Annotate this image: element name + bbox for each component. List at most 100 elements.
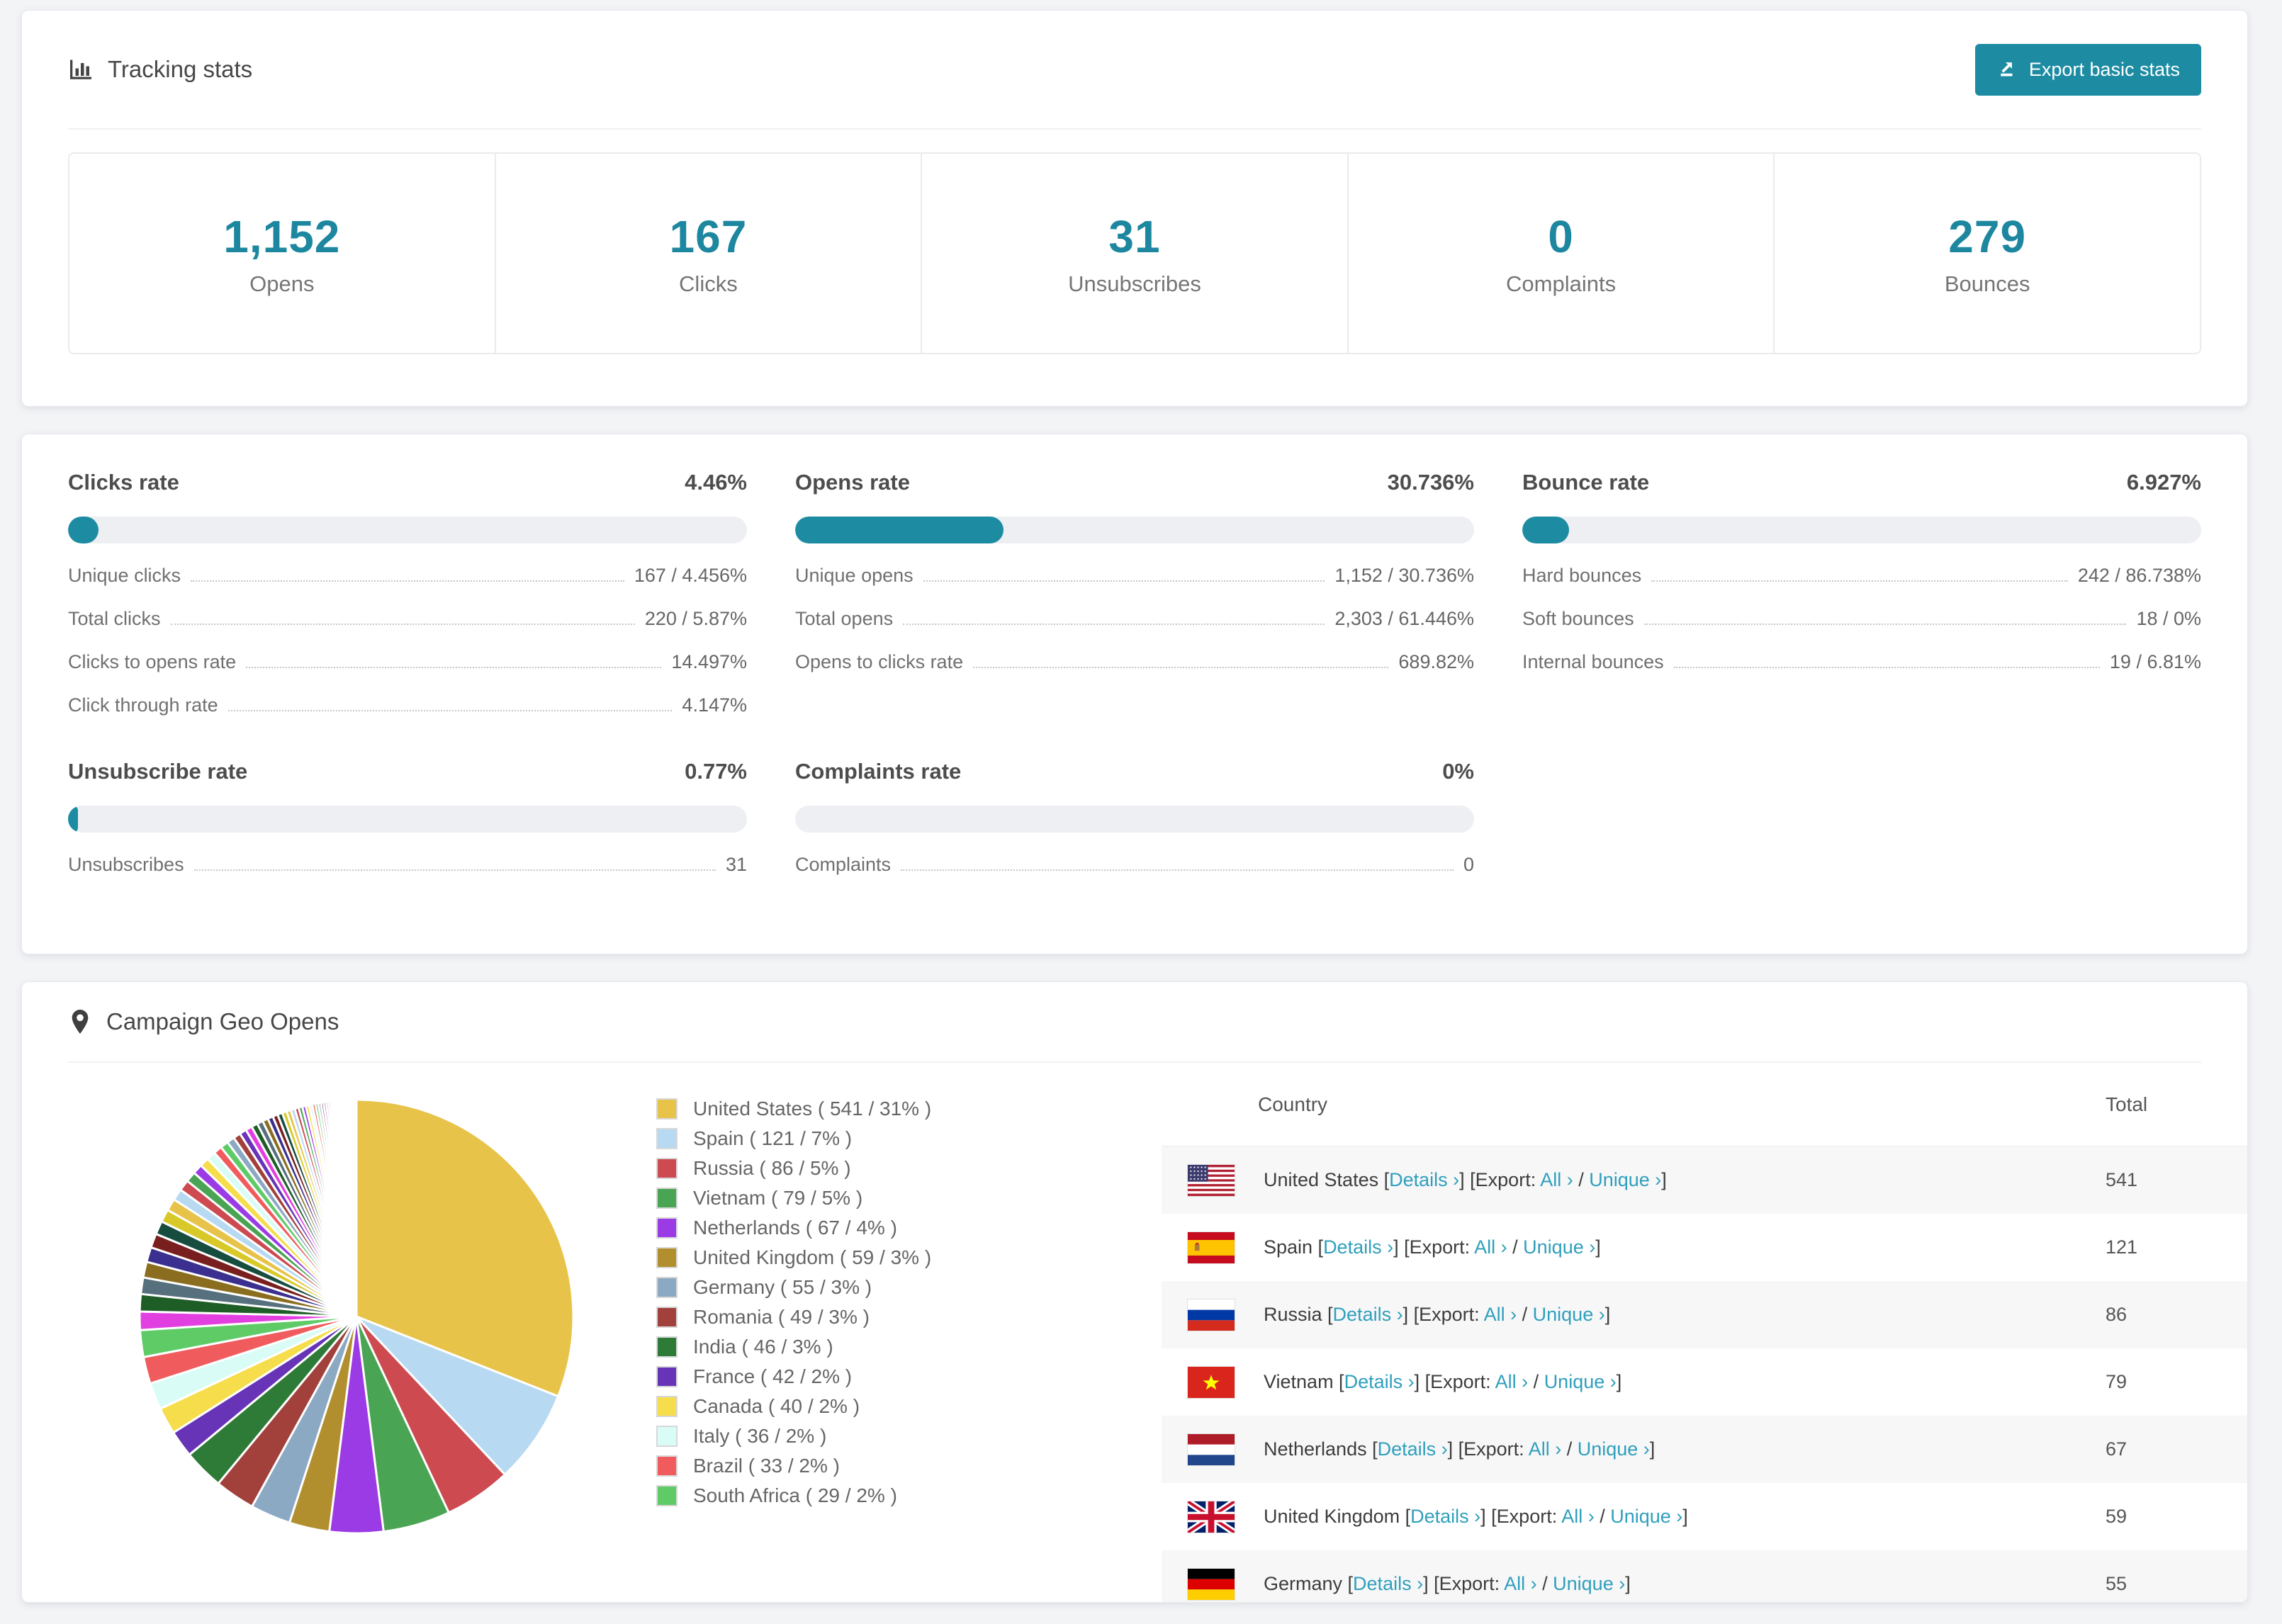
legend-item: Brazil ( 33 / 2% ) <box>656 1451 931 1481</box>
export-basic-stats-button[interactable]: Export basic stats <box>1974 43 2201 96</box>
details-link[interactable]: Details › <box>1333 1304 1403 1325</box>
rate-row-value: 242 / 86.738% <box>2077 565 2201 586</box>
dotted-leader <box>903 624 1325 625</box>
rate-progress-fill <box>795 517 1004 543</box>
legend-label: Canada ( 40 / 2% ) <box>693 1395 860 1417</box>
legend-item: Romania ( 49 / 3% ) <box>656 1302 931 1332</box>
dotted-leader <box>191 580 624 582</box>
legend-swatch <box>656 1158 678 1179</box>
legend-swatch <box>656 1366 678 1387</box>
flag-es-icon <box>1187 1231 1235 1264</box>
legend-label: India ( 46 / 3% ) <box>693 1336 833 1358</box>
export-all-link[interactable]: All › <box>1504 1573 1537 1594</box>
details-link[interactable]: Details › <box>1353 1573 1423 1594</box>
rate-row-value: 0 <box>1463 854 1474 875</box>
rate-row-label: Unique opens <box>795 565 914 586</box>
rate-block-header: Opens rate 30.736% <box>795 470 1474 495</box>
geo-opens-pie-chart <box>138 1098 575 1535</box>
stat-cell-opens: 1,152 Opens <box>69 154 495 353</box>
rate-progress-bar <box>68 806 747 833</box>
total-cell: 55 <box>2106 1573 2128 1594</box>
rate-row-value: 4.147% <box>682 694 747 716</box>
legend-item: South Africa ( 29 / 2% ) <box>656 1481 931 1511</box>
country-links: Vietnam [Details ›] [Export: All › / Uni… <box>1264 1371 1622 1392</box>
total-cell: 541 <box>2106 1169 2138 1190</box>
export-unique-link[interactable]: Unique › <box>1553 1573 1625 1594</box>
rate-row-label: Unsubscribes <box>68 854 184 875</box>
stat-value: 31 <box>1108 210 1161 262</box>
export-all-link[interactable]: All › <box>1529 1438 1562 1460</box>
rate-row-label: Opens to clicks rate <box>795 651 964 672</box>
stat-cell-bounces: 279 Bounces <box>1773 154 2200 353</box>
rate-rows: Unsubscribes 31 <box>68 854 747 876</box>
flag-us-icon <box>1187 1163 1235 1197</box>
details-link[interactable]: Details › <box>1344 1371 1415 1392</box>
stat-value: 279 <box>1948 210 2027 262</box>
rate-row: Unique opens 1,152 / 30.736% <box>795 565 1474 587</box>
details-link[interactable]: Details › <box>1389 1169 1459 1190</box>
legend-swatch <box>656 1098 678 1120</box>
tracking-stats-page: Tracking stats Export basic stats 1,152 O… <box>0 0 2282 1624</box>
total-cell: 79 <box>2106 1371 2128 1392</box>
export-icon <box>1996 57 2018 83</box>
export-unique-link[interactable]: Unique › <box>1578 1438 1650 1460</box>
country-cell: United States [Details ›] [Export: All ›… <box>1162 1163 2087 1197</box>
bounce-rate-block: Bounce rate 6.927% Hard bounces 242 / 86.73… <box>1522 470 2201 716</box>
unsubscribe-rate-block: Unsubscribe rate 0.77% Unsubscribes 31 <box>68 759 747 876</box>
legend-swatch <box>656 1128 678 1149</box>
legend-item: India ( 46 / 3% ) <box>656 1332 931 1362</box>
stat-label: Bounces <box>1944 271 2030 296</box>
export-unique-link[interactable]: Unique › <box>1589 1169 1661 1190</box>
rate-row-label: Soft bounces <box>1522 608 1634 629</box>
export-unique-link[interactable]: Unique › <box>1533 1304 1605 1325</box>
rate-progress-fill <box>1522 517 1570 543</box>
rate-grid: Clicks rate 4.46% Unique clicks 167 / 4.456… <box>68 470 2201 876</box>
rate-title: Unsubscribe rate <box>68 759 248 784</box>
export-unique-link[interactable]: Unique › <box>1610 1506 1682 1527</box>
rate-percent: 0% <box>1442 759 1474 784</box>
rate-progress-bar <box>795 517 1474 543</box>
rate-row-label: Clicks to opens rate <box>68 651 237 672</box>
rate-progress-fill <box>68 806 78 833</box>
details-link[interactable]: Details › <box>1378 1438 1448 1460</box>
rate-row-value: 220 / 5.87% <box>644 608 747 629</box>
export-unique-link[interactable]: Unique › <box>1544 1371 1617 1392</box>
export-all-link[interactable]: All › <box>1561 1506 1595 1527</box>
legend-label: Spain ( 121 / 7% ) <box>693 1127 853 1149</box>
pie-legend: United States ( 541 / 31% ) Spain ( 121 /… <box>656 1094 931 1511</box>
dotted-leader <box>227 710 673 711</box>
table-row: United Kingdom [Details ›] [Export: All … <box>1162 1483 2247 1550</box>
country-links: Spain [Details ›] [Export: All › / Uniqu… <box>1264 1236 1601 1258</box>
rate-row-label: Click through rate <box>68 694 218 716</box>
country-cell: Germany [Details ›] [Export: All › / Uni… <box>1162 1567 2087 1601</box>
rate-progress-bar <box>795 806 1474 833</box>
legend-item: United Kingdom ( 59 / 3% ) <box>656 1243 931 1273</box>
stats-row: 1,152 Opens 167 Clicks 31 Unsubscribes 0 Compla… <box>68 152 2201 354</box>
table-row: Germany [Details ›] [Export: All › / Uni… <box>1162 1550 2247 1602</box>
legend-label: Netherlands ( 67 / 4% ) <box>693 1217 897 1239</box>
rate-row-label: Total clicks <box>68 608 161 629</box>
rate-row: Soft bounces 18 / 0% <box>1522 608 2201 630</box>
rate-row: Unique clicks 167 / 4.456% <box>68 565 747 587</box>
tracking-stats-header: Tracking stats Export basic stats <box>68 11 2201 130</box>
country-links: Netherlands [Details ›] [Export: All › /… <box>1264 1438 1656 1460</box>
tracking-stats-card: Tracking stats Export basic stats 1,152 O… <box>21 10 2248 407</box>
rate-progress-bar <box>1522 517 2201 543</box>
tracking-stats-title-wrap: Tracking stats <box>68 56 252 83</box>
details-link[interactable]: Details › <box>1323 1236 1393 1258</box>
export-unique-link[interactable]: Unique › <box>1523 1236 1595 1258</box>
rate-row-label: Internal bounces <box>1522 651 1664 672</box>
rate-row-value: 2,303 / 61.446% <box>1334 608 1474 629</box>
dotted-leader <box>1673 667 2100 668</box>
details-link[interactable]: Details › <box>1410 1506 1480 1527</box>
geo-table: Country Total United States [Details ›] … <box>1162 1063 2247 1602</box>
flag-de-icon <box>1187 1567 1235 1601</box>
legend-item: United States ( 541 / 31% ) <box>656 1094 931 1124</box>
total-cell: 121 <box>2106 1236 2138 1258</box>
export-all-link[interactable]: All › <box>1484 1304 1517 1325</box>
geo-content: United States ( 541 / 31% ) Spain ( 121 /… <box>22 1063 2247 1602</box>
table-row: Russia [Details ›] [Export: All › / Uniq… <box>1162 1281 2247 1348</box>
export-all-link[interactable]: All › <box>1540 1169 1573 1190</box>
export-all-link[interactable]: All › <box>1495 1371 1529 1392</box>
export-all-link[interactable]: All › <box>1474 1236 1507 1258</box>
